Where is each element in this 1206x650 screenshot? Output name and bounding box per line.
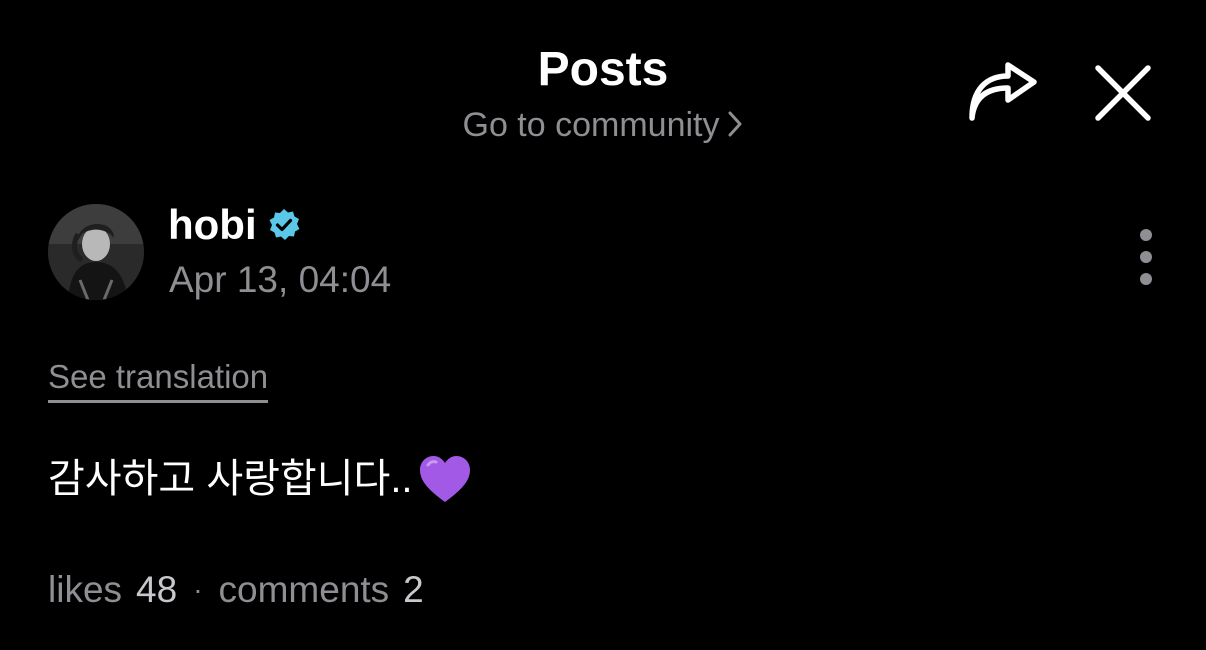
stats-separator: ·: [193, 574, 203, 605]
close-icon: [1095, 65, 1151, 121]
share-button[interactable]: [964, 60, 1040, 126]
chevron-right-icon: [727, 106, 743, 148]
close-button[interactable]: [1090, 60, 1156, 126]
avatar-photo: [48, 204, 144, 300]
go-to-community-label: Go to community: [462, 106, 720, 144]
likes-stat[interactable]: likes 48: [48, 567, 177, 613]
post-text: 감사하고 사랑합니다..: [48, 457, 413, 501]
likes-count: 48: [136, 569, 178, 610]
author-name-row[interactable]: hobi: [168, 200, 301, 250]
post-timestamp: Apr 13, 04:04: [169, 259, 392, 300]
top-bar: Posts Go to community: [0, 0, 1206, 170]
comments-count: 2: [403, 569, 424, 610]
post-body: 감사하고 사랑합니다..: [48, 452, 473, 506]
comments-stat[interactable]: comments 2: [219, 567, 424, 613]
author-avatar[interactable]: [48, 204, 144, 300]
see-translation-link[interactable]: See translation: [48, 356, 269, 403]
verified-badge-icon: [269, 209, 300, 240]
comments-label: comments: [218, 569, 390, 610]
more-vertical-icon: [1140, 229, 1152, 285]
post-stats: likes 48 · comments 2: [48, 567, 424, 613]
likes-label: likes: [48, 569, 123, 610]
purple-heart-icon: [419, 456, 470, 502]
share-icon: [969, 62, 1037, 121]
author-name: hobi: [168, 201, 257, 248]
more-options-button[interactable]: [1124, 226, 1168, 292]
